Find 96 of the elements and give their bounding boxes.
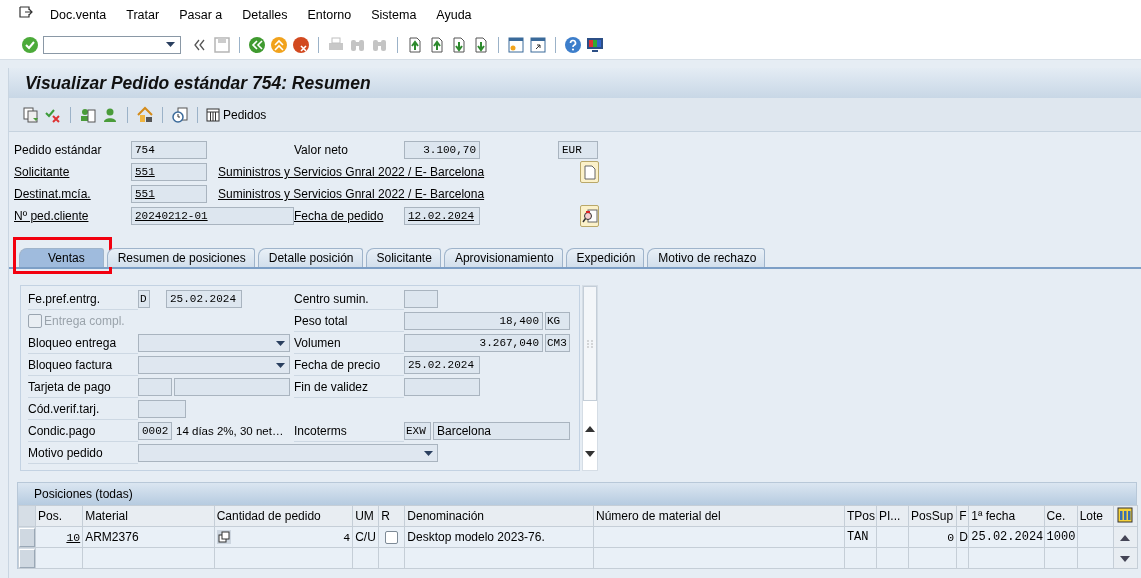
last-page-icon[interactable] [472, 35, 490, 54]
tab[interactable]: Motivo de rechazo [647, 248, 766, 267]
scroll-thumb[interactable] [583, 286, 597, 401]
help-icon[interactable] [564, 35, 582, 54]
unit-field[interactable]: KG [545, 312, 570, 330]
scroll-up-icon[interactable] [1120, 534, 1131, 541]
order-number-field[interactable]: 754 [131, 141, 207, 159]
field-label[interactable]: Solicitante [14, 165, 131, 179]
payment-terms-description: 14 días 2%, 30 net… [176, 425, 284, 437]
table-icon [206, 107, 220, 122]
menu-item[interactable]: Pasar a [179, 8, 223, 22]
first-page-icon[interactable] [406, 35, 424, 54]
column-settings-icon[interactable] [1117, 506, 1134, 523]
menu-icon[interactable] [19, 6, 33, 18]
copy-icon[interactable] [216, 530, 231, 544]
caret-icon [276, 362, 285, 368]
orders-button[interactable]: Pedidos [204, 107, 269, 122]
menu-item[interactable]: Tratar [126, 8, 160, 22]
incoterms-field[interactable]: EXW [404, 422, 431, 440]
incoterms-location-field[interactable]: Barcelona [433, 422, 570, 440]
house-icon[interactable] [136, 105, 154, 124]
verification-code-field[interactable] [138, 400, 186, 418]
customer-name-link[interactable]: Suministros y Servicios Gnral 2022 / E- Barcelona [218, 187, 556, 201]
table-cell: 10 [66, 530, 81, 544]
delivery-date-field[interactable]: 25.02.2024 [166, 290, 242, 308]
tab[interactable]: Solicitante [365, 248, 441, 267]
weight-field[interactable]: 18,400 [404, 312, 543, 330]
reject-checkbox[interactable] [385, 530, 399, 544]
scroll-down-icon[interactable] [1120, 555, 1131, 562]
table-cell: 1000 [1046, 530, 1076, 544]
customer-name-link[interactable]: Suministros y Servicios Gnral 2022 / E- Barcelona [218, 165, 556, 179]
previous-page-icon[interactable] [428, 35, 446, 54]
table-cell: D [959, 530, 968, 544]
currency-field[interactable]: EUR [558, 141, 598, 159]
table-cell: 4 [343, 530, 351, 544]
tab[interactable]: Detalle posición [257, 248, 363, 267]
window-title: Visualizar Pedido estándar 754: Resumen [25, 72, 371, 94]
table-cell: 25.02.2024 [971, 530, 1044, 544]
clock-document-icon[interactable] [171, 105, 189, 124]
field-label[interactable]: Destinat.mcía. [14, 187, 131, 201]
caret-icon [424, 450, 433, 456]
tab[interactable]: Expedición [565, 248, 645, 267]
tab[interactable]: Ventas [19, 248, 104, 267]
shortcut-icon[interactable] [529, 35, 547, 54]
sold-to-field[interactable]: 551 [131, 163, 207, 181]
pricing-date-field[interactable]: 25.02.2024 [404, 356, 480, 374]
table-title: Posiciones (todas) [34, 487, 133, 501]
table-cell: ARM2376 [85, 530, 139, 544]
field-label[interactable]: Nº ped.cliente [14, 209, 131, 223]
row-selector[interactable] [19, 548, 35, 568]
field-label: Valor neto [294, 143, 349, 157]
menu-item[interactable]: Doc.venta [50, 8, 107, 22]
document-button[interactable] [580, 161, 599, 183]
tab[interactable]: Resumen de posiciones [106, 248, 255, 267]
ship-to-field[interactable]: 551 [131, 185, 207, 203]
table-cell: 0 [947, 530, 955, 544]
menu-item[interactable]: Ayuda [436, 8, 472, 22]
scroll-up-icon[interactable] [585, 426, 595, 432]
customer-reference-field[interactable]: 20240212-01 [131, 207, 294, 225]
field-label: Pedido estándar [14, 143, 103, 157]
card-type-field[interactable] [138, 378, 172, 396]
table-cell: Desktop modelo 2023-76. [407, 530, 545, 544]
menu-item[interactable]: Entorno [307, 8, 352, 22]
magnifier-document-icon [581, 208, 598, 224]
net-value-field[interactable]: 3.100,70 [404, 141, 480, 159]
table-cell: C/U [355, 530, 376, 544]
field-label[interactable]: Fecha de pedido [294, 209, 404, 223]
new-session-icon[interactable] [507, 35, 525, 54]
documents-icon[interactable] [22, 105, 40, 124]
back-icon[interactable] [248, 35, 266, 54]
unit-field[interactable]: CM3 [545, 334, 570, 352]
plant-field[interactable] [404, 290, 438, 308]
caret-icon [166, 42, 175, 47]
monitor-icon[interactable] [586, 35, 604, 54]
checkmark-icon[interactable] [21, 35, 39, 54]
caret-icon [276, 340, 285, 346]
exit-icon[interactable] [270, 35, 288, 54]
details-button[interactable] [580, 205, 599, 227]
date-type-field[interactable]: D [138, 290, 150, 308]
order-date-field[interactable]: 12.02.2024 [404, 207, 480, 225]
tab[interactable]: Aprovisionamiento [443, 248, 563, 267]
valid-to-field[interactable] [404, 378, 480, 396]
row-selector[interactable] [19, 527, 35, 547]
command-field[interactable] [43, 35, 181, 54]
document-icon [583, 164, 596, 180]
payment-terms-field[interactable]: 0002 [138, 422, 172, 440]
table-cell: TAN [846, 530, 869, 544]
card-number-field[interactable] [174, 378, 290, 396]
scroll-down-icon[interactable] [585, 451, 595, 457]
volume-field[interactable]: 3.267,040 [404, 334, 543, 352]
menu-item[interactable]: Detalles [242, 8, 288, 22]
grip-icon [587, 339, 593, 348]
scrollbar[interactable] [582, 285, 598, 471]
next-page-icon[interactable] [450, 35, 468, 54]
menu-item[interactable]: Sistema [371, 8, 417, 22]
cancel-icon[interactable] [292, 35, 310, 54]
